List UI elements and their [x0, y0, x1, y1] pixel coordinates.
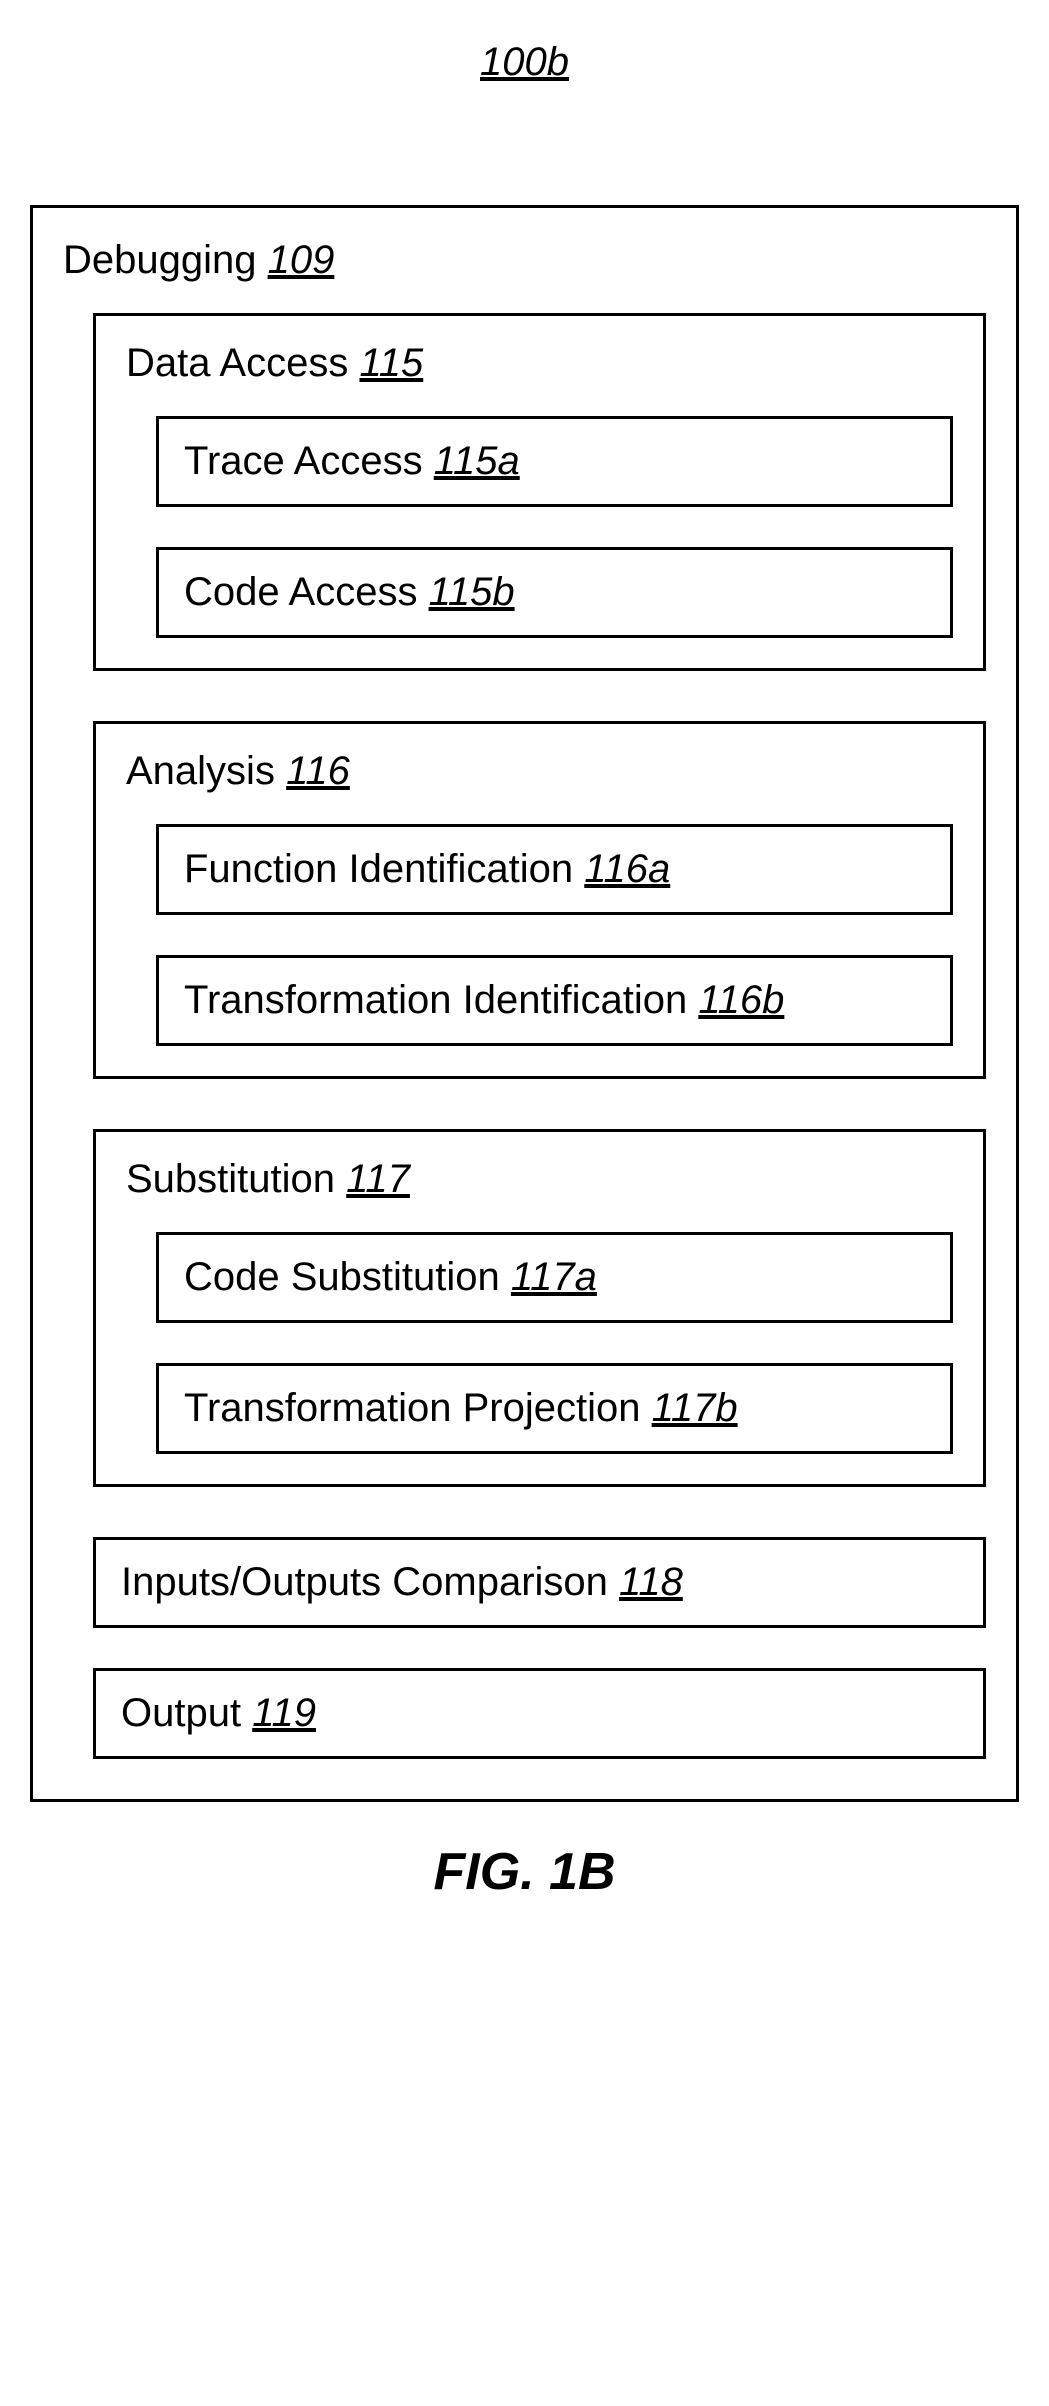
output-text: Output [121, 1691, 241, 1735]
function-identification-box: Function Identification 116a [156, 824, 953, 915]
transformation-identification-box: Transformation Identification 116b [156, 955, 953, 1046]
trace-access-box: Trace Access 115a [156, 416, 953, 507]
figure-ref-top: 100b [30, 40, 1019, 85]
substitution-title: Substitution 117 [126, 1157, 953, 1202]
inputs-outputs-comparison-box: Inputs/Outputs Comparison 118 [93, 1537, 986, 1628]
substitution-title-ref: 117 [346, 1157, 410, 1201]
output-box: Output 119 [93, 1668, 986, 1759]
analysis-title-text: Analysis [126, 749, 275, 793]
trace-access-ref: 115a [434, 439, 520, 483]
code-access-box: Code Access 115b [156, 547, 953, 638]
substitution-box: Substitution 117 Code Substitution 117a … [93, 1129, 986, 1487]
debugging-box: Debugging 109 Data Access 115 Trace Acce… [30, 205, 1019, 1802]
debugging-title-ref: 109 [268, 238, 335, 282]
transformation-identification-text: Transformation Identification [184, 978, 687, 1022]
analysis-title-ref: 116 [286, 749, 350, 793]
data-access-box: Data Access 115 Trace Access 115a Code A… [93, 313, 986, 671]
transformation-projection-text: Transformation Projection [184, 1386, 640, 1430]
code-substitution-box: Code Substitution 117a [156, 1232, 953, 1323]
debugging-title-text: Debugging [63, 238, 257, 282]
output-ref: 119 [252, 1691, 316, 1735]
analysis-title: Analysis 116 [126, 749, 953, 794]
data-access-title-text: Data Access [126, 341, 348, 385]
function-identification-text: Function Identification [184, 847, 573, 891]
figure-label-bottom: FIG. 1B [30, 1842, 1019, 1902]
analysis-box: Analysis 116 Function Identification 116… [93, 721, 986, 1079]
function-identification-ref: 116a [584, 847, 670, 891]
transformation-identification-ref: 116b [698, 978, 784, 1022]
transformation-projection-box: Transformation Projection 117b [156, 1363, 953, 1454]
transformation-projection-ref: 117b [652, 1386, 738, 1430]
data-access-title-ref: 115 [359, 341, 423, 385]
substitution-title-text: Substitution [126, 1157, 335, 1201]
code-access-text: Code Access [184, 570, 417, 614]
inputs-outputs-comparison-ref: 118 [619, 1560, 683, 1604]
code-access-ref: 115b [429, 570, 515, 614]
code-substitution-text: Code Substitution [184, 1255, 500, 1299]
inputs-outputs-comparison-text: Inputs/Outputs Comparison [121, 1560, 608, 1604]
trace-access-text: Trace Access [184, 439, 423, 483]
data-access-title: Data Access 115 [126, 341, 953, 386]
debugging-title: Debugging 109 [63, 238, 986, 283]
code-substitution-ref: 117a [511, 1255, 597, 1299]
